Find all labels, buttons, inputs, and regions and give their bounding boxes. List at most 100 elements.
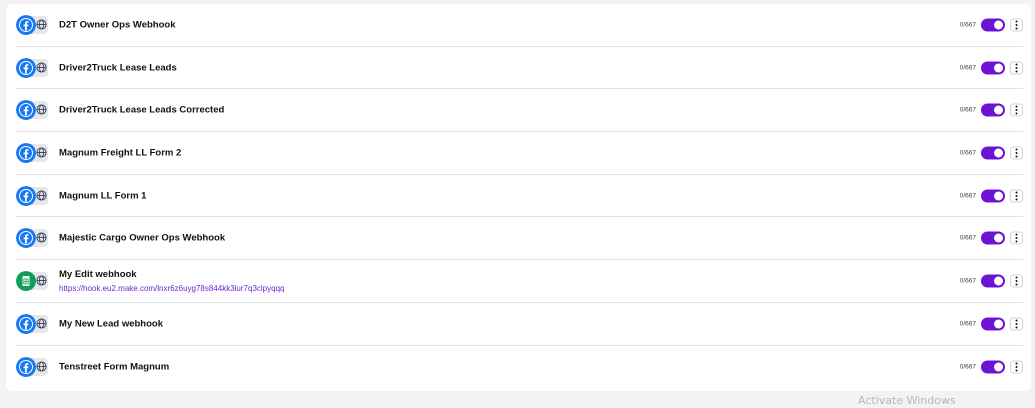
row-controls: 0/667: [960, 274, 1023, 288]
more-options-button[interactable]: [1010, 360, 1023, 374]
source-icons: [16, 270, 49, 291]
globe-icon: [36, 19, 47, 30]
more-options-button[interactable]: [1010, 231, 1023, 245]
facebook-icon: [16, 14, 36, 35]
row-controls: 0/667: [959, 61, 1023, 75]
usage-count: 0/667: [959, 149, 976, 157]
globe-icon: [36, 104, 47, 115]
toggle-knob: [994, 191, 1003, 201]
webhook-row[interactable]: Driver2Truck Lease Leads Corrected 0/667: [16, 89, 1023, 133]
more-vertical-icon: [1015, 319, 1018, 329]
usage-count: 0/667: [959, 234, 976, 242]
row-controls: 0/667: [959, 360, 1023, 374]
globe-icon: [36, 61, 47, 73]
webhook-info: Driver2Truck Lease Leads: [59, 62, 177, 73]
webhook-title[interactable]: Driver2Truck Lease Leads: [59, 62, 177, 73]
more-options-button[interactable]: [1010, 103, 1023, 117]
more-vertical-icon: [1015, 362, 1018, 372]
enable-toggle[interactable]: [981, 61, 1005, 75]
row-controls: 0/667: [960, 189, 1023, 203]
webhook-row[interactable]: Magnum Freight LL Form 2 0/667: [16, 132, 1023, 175]
source-icons: [16, 185, 49, 206]
webhook-info: My New Lead webhook: [59, 318, 163, 329]
more-options-button[interactable]: [1010, 146, 1023, 160]
usage-count: 0/667: [959, 64, 976, 72]
toggle-knob: [994, 233, 1003, 243]
toggle-knob: [994, 105, 1003, 115]
facebook-icon: [16, 313, 36, 334]
more-options-button[interactable]: [1010, 18, 1023, 32]
globe-icon: [36, 275, 47, 286]
facebook-icon: [16, 100, 36, 121]
webhook-row[interactable]: D2T Owner Ops Webhook 0/667: [16, 4, 1023, 47]
more-options-button[interactable]: [1010, 189, 1023, 203]
more-vertical-icon: [1015, 105, 1018, 115]
globe-icon: [36, 147, 47, 158]
webhook-title[interactable]: Driver2Truck Lease Leads Corrected: [59, 105, 224, 116]
webhook-info: Magnum Freight LL Form 2: [59, 147, 181, 158]
webhook-list: D2T Owner Ops Webhook 0/667 Driver2Truck…: [6, 4, 1031, 391]
webhook-url-link[interactable]: https://hook.eu2.make.com/lnxr6z6uyg78s8…: [59, 284, 284, 293]
toggle-knob: [994, 148, 1003, 158]
webhook-row[interactable]: Majestic Cargo Owner Ops Webhook 0/667: [16, 217, 1023, 261]
more-vertical-icon: [1015, 276, 1018, 286]
webhook-title[interactable]: My Edit webhook: [59, 269, 284, 280]
row-controls: 0/667: [959, 103, 1023, 117]
row-controls: 0/667: [959, 231, 1023, 245]
webhook-title[interactable]: D2T Owner Ops Webhook: [59, 19, 175, 30]
enable-toggle[interactable]: [981, 18, 1005, 32]
webhook-title[interactable]: Majestic Cargo Owner Ops Webhook: [59, 233, 225, 244]
globe-icon: [36, 361, 47, 372]
source-icons: [16, 356, 49, 377]
webhook-info: Tenstreet Form Magnum: [59, 361, 169, 372]
more-vertical-icon: [1015, 63, 1018, 73]
webhook-row[interactable]: Magnum LL Form 1 0/667: [16, 175, 1023, 218]
enable-toggle[interactable]: [981, 360, 1005, 374]
facebook-icon: [16, 142, 36, 163]
source-icons: [16, 228, 49, 249]
webhook-info: Driver2Truck Lease Leads Corrected: [59, 105, 224, 116]
facebook-icon: [16, 228, 36, 249]
google-sheets-icon: [16, 270, 36, 291]
enable-toggle[interactable]: [981, 189, 1005, 203]
toggle-knob: [994, 362, 1003, 372]
usage-count: 0/667: [959, 21, 976, 29]
enable-toggle[interactable]: [981, 146, 1005, 160]
webhook-info: Majestic Cargo Owner Ops Webhook: [59, 233, 225, 244]
enable-toggle[interactable]: [981, 231, 1005, 245]
usage-count: 0/667: [959, 106, 976, 114]
row-controls: 0/667: [959, 18, 1023, 32]
more-vertical-icon: [1015, 148, 1018, 158]
usage-count: 0/667: [959, 363, 976, 371]
toggle-knob: [994, 20, 1003, 30]
webhook-title[interactable]: Tenstreet Form Magnum: [59, 361, 169, 372]
row-controls: 0/667: [959, 146, 1023, 160]
webhook-title[interactable]: My New Lead webhook: [59, 318, 163, 329]
source-icons: [16, 313, 49, 334]
webhook-title[interactable]: Magnum Freight LL Form 2: [59, 147, 181, 158]
globe-icon: [36, 190, 47, 201]
webhook-row[interactable]: Tenstreet Form Magnum 0/667: [16, 346, 1023, 389]
more-vertical-icon: [1015, 191, 1018, 201]
source-icons: [16, 100, 49, 121]
activate-windows-watermark: Activate Windows: [858, 394, 956, 407]
row-controls: 0/667: [959, 317, 1023, 331]
more-vertical-icon: [1015, 233, 1018, 243]
toggle-knob: [994, 319, 1003, 329]
source-icons: [16, 142, 49, 163]
facebook-icon: [16, 356, 36, 377]
webhook-title[interactable]: Magnum LL Form 1: [59, 190, 146, 201]
more-options-button[interactable]: [1010, 317, 1023, 331]
enable-toggle[interactable]: [981, 103, 1005, 117]
more-options-button[interactable]: [1010, 61, 1023, 75]
more-options-button[interactable]: [1010, 274, 1023, 288]
usage-count: 0/667: [959, 320, 976, 328]
toggle-knob: [994, 63, 1003, 73]
webhook-row[interactable]: My New Lead webhook 0/667: [16, 303, 1023, 346]
globe-icon: [36, 232, 47, 243]
globe-icon: [36, 318, 47, 329]
webhook-row[interactable]: Driver2Truck Lease Leads 0/667: [16, 47, 1023, 90]
webhook-row[interactable]: My Edit webhook https://hook.eu2.make.co…: [16, 260, 1023, 303]
enable-toggle[interactable]: [981, 274, 1005, 288]
enable-toggle[interactable]: [981, 317, 1005, 331]
